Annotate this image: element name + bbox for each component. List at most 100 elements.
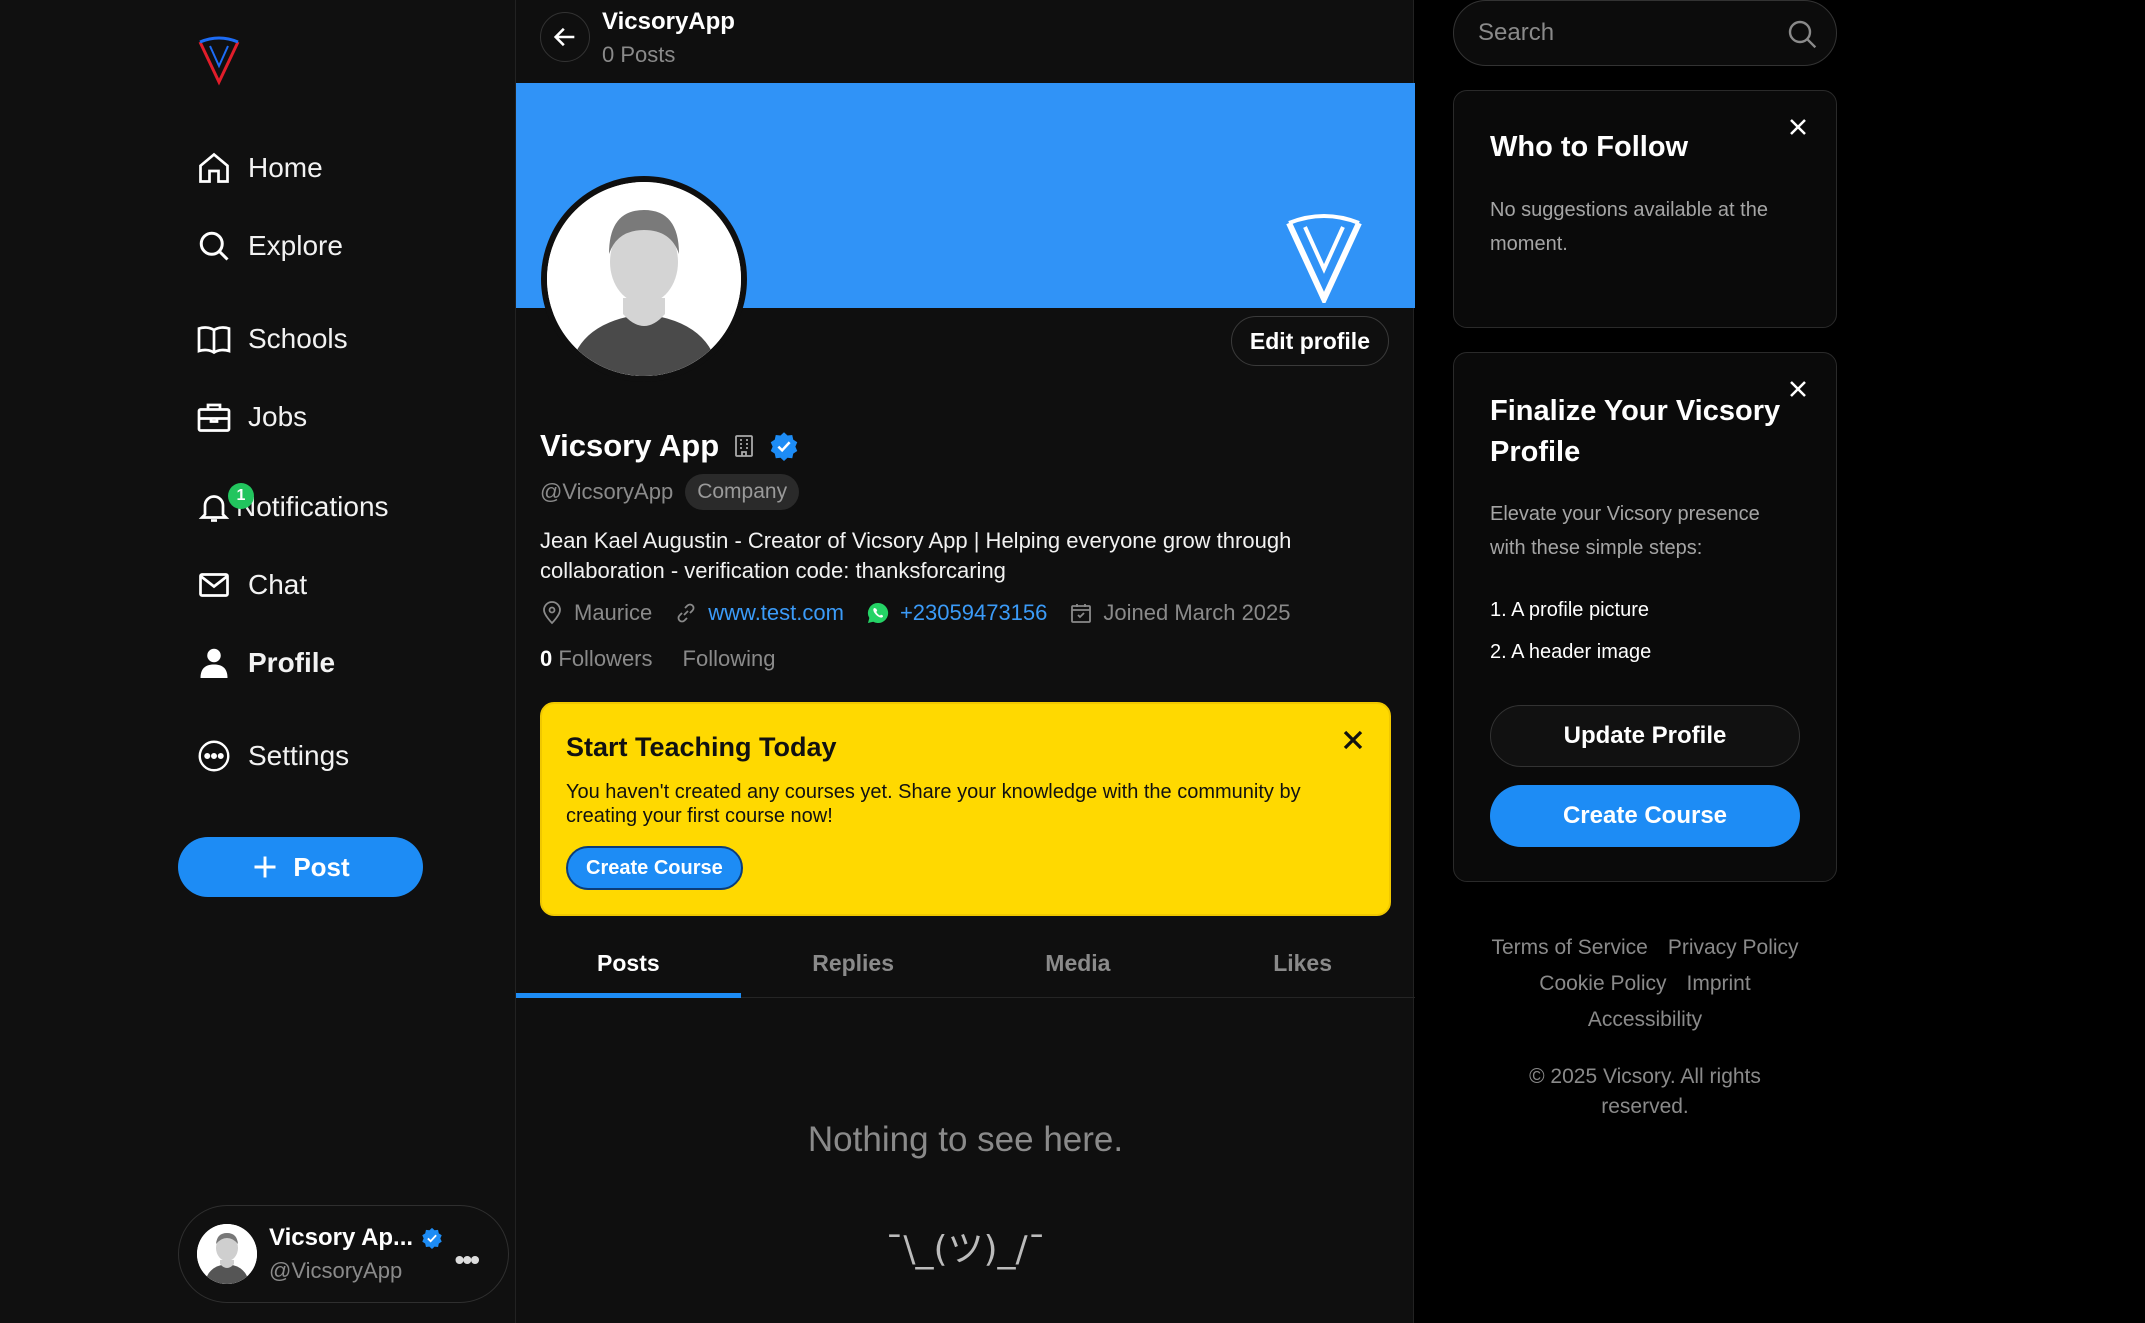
edit-profile-button[interactable]: Edit profile <box>1230 316 1389 366</box>
notification-count-badge: 1 <box>228 483 254 509</box>
tab-likes[interactable]: Likes <box>1190 930 1415 997</box>
vicsory-logo-icon[interactable] <box>196 36 242 86</box>
nav-profile[interactable]: Profile <box>192 633 335 693</box>
nav-explore-label: Explore <box>248 230 343 261</box>
home-icon <box>192 146 236 190</box>
account-handle: @VicsoryApp <box>269 1258 403 1283</box>
post-button[interactable]: Post <box>178 837 423 897</box>
followers-link[interactable]: 0 Followers <box>540 646 653 672</box>
nav-jobs[interactable]: Jobs <box>192 387 307 447</box>
left-sidebar: Home Explore Schools Jobs 1 Notification… <box>0 0 515 1323</box>
followers-count: 0 <box>540 646 553 671</box>
nav-chat[interactable]: Chat <box>192 555 307 615</box>
plus-icon <box>254 856 276 878</box>
account-name: Vicsory Ap... <box>269 1224 414 1251</box>
follow-stats: 0 Followers Following <box>540 646 775 672</box>
copyright: © 2025 Vicsory. All rights reserved. <box>1529 1065 1761 1118</box>
profile-location: Maurice <box>574 600 653 625</box>
finalize-profile-card: Finalize Your Vicsory Profile Elevate yo… <box>1453 352 1837 882</box>
empty-state-shrug: ¯\_(ツ)_/¯ <box>885 1229 1046 1270</box>
account-type-badge: Company <box>685 474 800 510</box>
avatar <box>197 1224 257 1284</box>
account-switcher[interactable]: Vicsory Ap... @VicsoryApp ••• <box>178 1205 509 1303</box>
cookie-link[interactable]: Cookie Policy <box>1539 972 1666 995</box>
nav-chat-label: Chat <box>248 569 308 600</box>
tab-posts[interactable]: Posts <box>516 930 741 998</box>
profile-handle: @VicsoryApp <box>540 479 674 504</box>
link-icon <box>677 603 695 623</box>
profile-bio: Jean Kael Augustin - Creator of Vicsory … <box>540 528 1292 583</box>
nav-profile-label: Profile <box>248 647 336 678</box>
nav-schools-label: Schools <box>248 323 348 354</box>
whatsapp-icon <box>867 602 889 623</box>
header-post-count: 0 Posts <box>602 42 676 67</box>
profile-joined-date: Joined March 2025 <box>1103 600 1291 625</box>
profile-meta: Maurice www.test.com +23059473156 Joined… <box>540 600 1313 626</box>
back-button[interactable] <box>540 12 590 62</box>
briefcase-icon <box>192 395 236 439</box>
close-icon[interactable] <box>1786 115 1810 139</box>
finalize-step-1: 1. A profile picture <box>1490 599 1649 621</box>
tab-replies[interactable]: Replies <box>741 930 966 997</box>
banner-logo-icon <box>1286 214 1362 303</box>
following-link[interactable]: Following <box>683 646 776 672</box>
search-icon[interactable] <box>1786 18 1818 50</box>
bell-icon: 1 <box>192 483 254 529</box>
nav-jobs-label: Jobs <box>248 401 308 432</box>
who-to-follow-title: Who to Follow <box>1490 131 1689 163</box>
profile-website-link[interactable]: www.test.com <box>708 600 844 626</box>
close-icon[interactable] <box>1337 724 1369 756</box>
update-profile-button[interactable]: Update Profile <box>1490 705 1800 767</box>
user-icon <box>192 641 236 685</box>
book-icon <box>192 317 236 361</box>
nav-home[interactable]: Home <box>192 138 323 198</box>
profile-column: VicsoryApp 0 Posts Edit profile Vicsory … <box>515 0 1415 1323</box>
terms-link[interactable]: Terms of Service <box>1491 936 1647 959</box>
followers-label: Followers <box>558 646 653 671</box>
nav-notifications-label: Notifications <box>236 491 389 522</box>
privacy-link[interactable]: Privacy Policy <box>1668 936 1799 959</box>
profile-tabs: Posts Replies Media Likes <box>516 930 1415 998</box>
empty-state-message: Nothing to see here. <box>807 1120 1124 1159</box>
calendar-icon <box>1071 604 1092 623</box>
search-box <box>1453 0 1837 66</box>
arrow-left-icon <box>553 27 575 47</box>
post-button-label: Post <box>293 851 350 882</box>
tab-media[interactable]: Media <box>966 930 1191 997</box>
promo-text: You haven't created any courses yet. Sha… <box>566 781 1301 827</box>
nav-notifications[interactable]: 1 Notifications <box>192 477 389 537</box>
accessibility-link[interactable]: Accessibility <box>1588 1008 1702 1031</box>
header-title: VicsoryApp <box>602 8 735 35</box>
profile-name-row: Vicsory App <box>540 428 799 464</box>
more-circle-icon <box>192 734 236 778</box>
profile-header: VicsoryApp 0 Posts <box>516 0 1415 83</box>
building-icon <box>735 435 754 457</box>
who-to-follow-card: Who to Follow No suggestions available a… <box>1453 90 1837 328</box>
location-pin-icon <box>543 601 561 625</box>
promo-create-course-button[interactable]: Create Course <box>566 846 743 890</box>
verified-icon <box>422 1227 442 1249</box>
search-icon <box>192 224 236 268</box>
finalize-body: Elevate your Vicsory presence with these… <box>1490 503 1760 559</box>
create-course-button[interactable]: Create Course <box>1490 785 1800 847</box>
promo-title: Start Teaching Today <box>566 732 837 762</box>
mail-icon <box>192 563 236 607</box>
nav-settings[interactable]: Settings <box>192 726 349 786</box>
footer-links: Terms of Service Privacy Policy Cookie Po… <box>1453 930 1837 1038</box>
nav-home-label: Home <box>248 152 323 183</box>
nav-explore[interactable]: Explore <box>192 216 343 276</box>
verified-icon <box>770 432 798 461</box>
profile-name: Vicsory App <box>540 428 720 463</box>
more-options-icon[interactable]: ••• <box>455 1244 480 1276</box>
nav-settings-label: Settings <box>248 740 350 771</box>
search-input[interactable] <box>1478 1 1768 65</box>
finalize-title: Finalize Your Vicsory Profile <box>1490 395 1781 468</box>
profile-handle-row: @VicsoryApp Company <box>540 474 800 510</box>
profile-avatar[interactable] <box>541 176 747 382</box>
finalize-step-2: 2. A header image <box>1490 641 1652 663</box>
who-to-follow-body: No suggestions available at the moment. <box>1490 199 1768 255</box>
close-icon[interactable] <box>1786 377 1810 401</box>
imprint-link[interactable]: Imprint <box>1687 972 1751 995</box>
nav-schools[interactable]: Schools <box>192 309 348 369</box>
profile-phone-link[interactable]: +23059473156 <box>900 600 1047 626</box>
